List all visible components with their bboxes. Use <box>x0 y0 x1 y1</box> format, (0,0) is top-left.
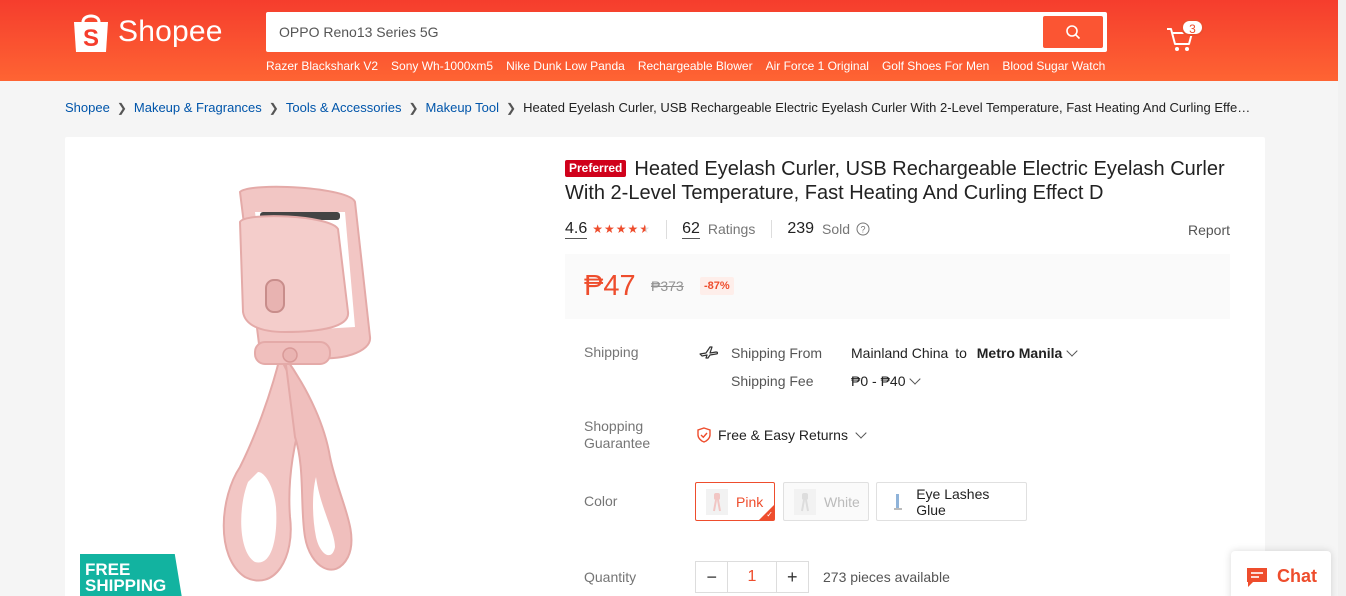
shipping-from-label: Shipping From <box>731 345 823 361</box>
rating-value: 4.6 <box>565 219 588 239</box>
destination-select[interactable]: Metro Manila <box>976 345 1079 361</box>
discount-badge: -87% <box>700 277 734 295</box>
quantity-input[interactable]: 1 <box>727 562 777 592</box>
svg-text:S: S <box>83 25 99 52</box>
guarantee-label-line: Guarantee <box>584 435 651 451</box>
shipping-fee-dropdown[interactable]: ₱0 - ₱40 <box>851 373 922 389</box>
search-bar <box>266 12 1107 52</box>
decrease-button[interactable]: − <box>696 562 727 592</box>
search-suggestions: Razer Blackshark V2 Sony Wh-1000xm5 Nike… <box>266 59 1105 73</box>
chat-label: Chat <box>1277 565 1317 586</box>
page-scrollbar[interactable] <box>1338 0 1346 596</box>
search-icon <box>1066 25 1081 40</box>
suggestion-link[interactable]: Nike Dunk Low Panda <box>506 59 625 73</box>
airplane-icon <box>699 345 719 362</box>
origin-value: Mainland China <box>851 345 949 361</box>
product-title-text: Heated Eyelash Curler, USB Rechargeable … <box>565 158 1225 204</box>
report-link[interactable]: Report <box>1188 222 1230 238</box>
help-icon[interactable]: ? <box>856 222 870 236</box>
variant-thumbnail <box>706 488 728 515</box>
free-returns-dropdown[interactable]: Free & Easy Returns <box>696 427 867 443</box>
shipping-from-value: Mainland China to Metro Manila <box>851 345 1079 361</box>
chat-icon <box>1245 566 1269 587</box>
chevron-right-icon: ❯ <box>268 100 279 115</box>
breadcrumb-link[interactable]: Makeup Tool <box>426 100 499 115</box>
sold-stat: 239 Sold ? <box>771 220 886 238</box>
shipping-fee-label: Shipping Fee <box>731 373 814 389</box>
stock-available: 273 pieces available <box>823 569 950 585</box>
preferred-badge: Preferred <box>565 160 627 177</box>
breadcrumb-link[interactable]: Shopee <box>65 100 110 115</box>
quantity-label: Quantity <box>584 569 637 585</box>
shopping-bag-icon: S <box>72 10 110 54</box>
sold-count: 239 <box>787 220 815 237</box>
chevron-down-icon <box>1066 345 1079 357</box>
cart-count-badge: 3 <box>1181 19 1204 36</box>
suggestion-link[interactable]: Rechargeable Blower <box>638 59 753 73</box>
increase-button[interactable]: + <box>777 562 808 592</box>
variant-thumbnail <box>887 488 909 515</box>
chat-button[interactable]: Chat <box>1231 551 1331 596</box>
ratings-count-stat[interactable]: 62 Ratings <box>666 219 771 239</box>
shield-check-icon <box>697 427 711 443</box>
original-price: ₱373 <box>651 278 684 294</box>
svg-text:?: ? <box>861 225 866 235</box>
search-input[interactable] <box>279 13 1019 51</box>
quantity-stepper: − 1 + <box>695 561 809 593</box>
breadcrumb: Shopee ❯ Makeup & Fragrances ❯ Tools & A… <box>65 100 1250 115</box>
to-word: to <box>955 345 967 361</box>
guarantee-label-line: Shopping <box>584 418 644 434</box>
suggestion-link[interactable]: Blood Sugar Watch <box>1002 59 1105 73</box>
star-icon: ★ <box>627 222 639 236</box>
ratings-count: 62 <box>682 219 700 239</box>
suggestion-link[interactable]: Razer Blackshark V2 <box>266 59 378 73</box>
product-title: Preferred Heated Eyelash Curler, USB Rech… <box>565 157 1225 205</box>
suggestion-link[interactable]: Air Force 1 Original <box>766 59 869 73</box>
chevron-down-icon <box>855 427 867 439</box>
star-icon: ★ <box>604 222 615 236</box>
price-section: ₱47 ₱373 -87% <box>565 254 1230 319</box>
breadcrumb-link[interactable]: Tools & Accessories <box>286 100 402 115</box>
sold-label: Sold <box>822 221 851 237</box>
free-shipping-text: SHIPPING <box>85 576 167 595</box>
variant-thumbnail <box>794 488 816 515</box>
rating-stat[interactable]: 4.6 ★ ★ ★ ★ ★ <box>565 220 666 239</box>
star-icon: ★ <box>592 222 604 236</box>
star-icon: ★ <box>615 222 627 236</box>
guarantee-label: Shopping Guarantee <box>584 418 650 452</box>
product-image[interactable] <box>80 137 540 596</box>
chevron-right-icon: ❯ <box>408 100 419 115</box>
free-returns-text: Free & Easy Returns <box>718 427 848 443</box>
shipping-fee-value: ₱0 - ₱40 <box>851 373 906 389</box>
chevron-right-icon: ❯ <box>116 100 127 115</box>
color-option-white[interactable]: White <box>783 482 869 521</box>
chevron-down-icon <box>909 373 922 385</box>
product-panel: FREE SHIPPING Preferred Heated Eyelash Cu… <box>65 137 1265 596</box>
half-star-icon: ★ <box>639 222 651 236</box>
logo-text: Shopee <box>118 15 223 48</box>
check-icon: ✓ <box>766 510 773 519</box>
color-label: Color <box>584 493 618 509</box>
product-stats: 4.6 ★ ★ ★ ★ ★ 62 Ratings 239 Sold ? <box>565 215 1225 243</box>
variant-label: White <box>824 493 860 510</box>
variant-label: Eye Lashes Glue <box>916 485 990 518</box>
eyelash-curler-image <box>222 185 371 582</box>
destination-value: Metro Manila <box>976 345 1063 361</box>
chevron-right-icon: ❯ <box>506 100 517 115</box>
rating-stars: ★ ★ ★ ★ ★ <box>592 222 650 236</box>
search-button[interactable] <box>1043 16 1103 48</box>
breadcrumb-link[interactable]: Makeup & Fragrances <box>134 100 262 115</box>
suggestion-link[interactable]: Golf Shoes For Men <box>882 59 989 73</box>
top-header: S Shopee Razer Blackshark V2 Sony Wh-100… <box>0 0 1338 81</box>
shipping-label: Shipping <box>584 344 639 360</box>
ratings-label: Ratings <box>707 221 756 237</box>
breadcrumb-current: Heated Eyelash Curler, USB Rechargeable … <box>523 100 1251 115</box>
color-option-pink[interactable]: Pink ✓ <box>695 482 775 521</box>
shopee-logo[interactable]: S Shopee <box>72 10 223 54</box>
suggestion-link[interactable]: Sony Wh-1000xm5 <box>391 59 493 73</box>
free-shipping-badge: FREE SHIPPING <box>80 554 183 596</box>
current-price: ₱47 <box>584 270 636 302</box>
color-option-eye-lashes-glue[interactable]: Eye Lashes Glue <box>876 482 1027 521</box>
